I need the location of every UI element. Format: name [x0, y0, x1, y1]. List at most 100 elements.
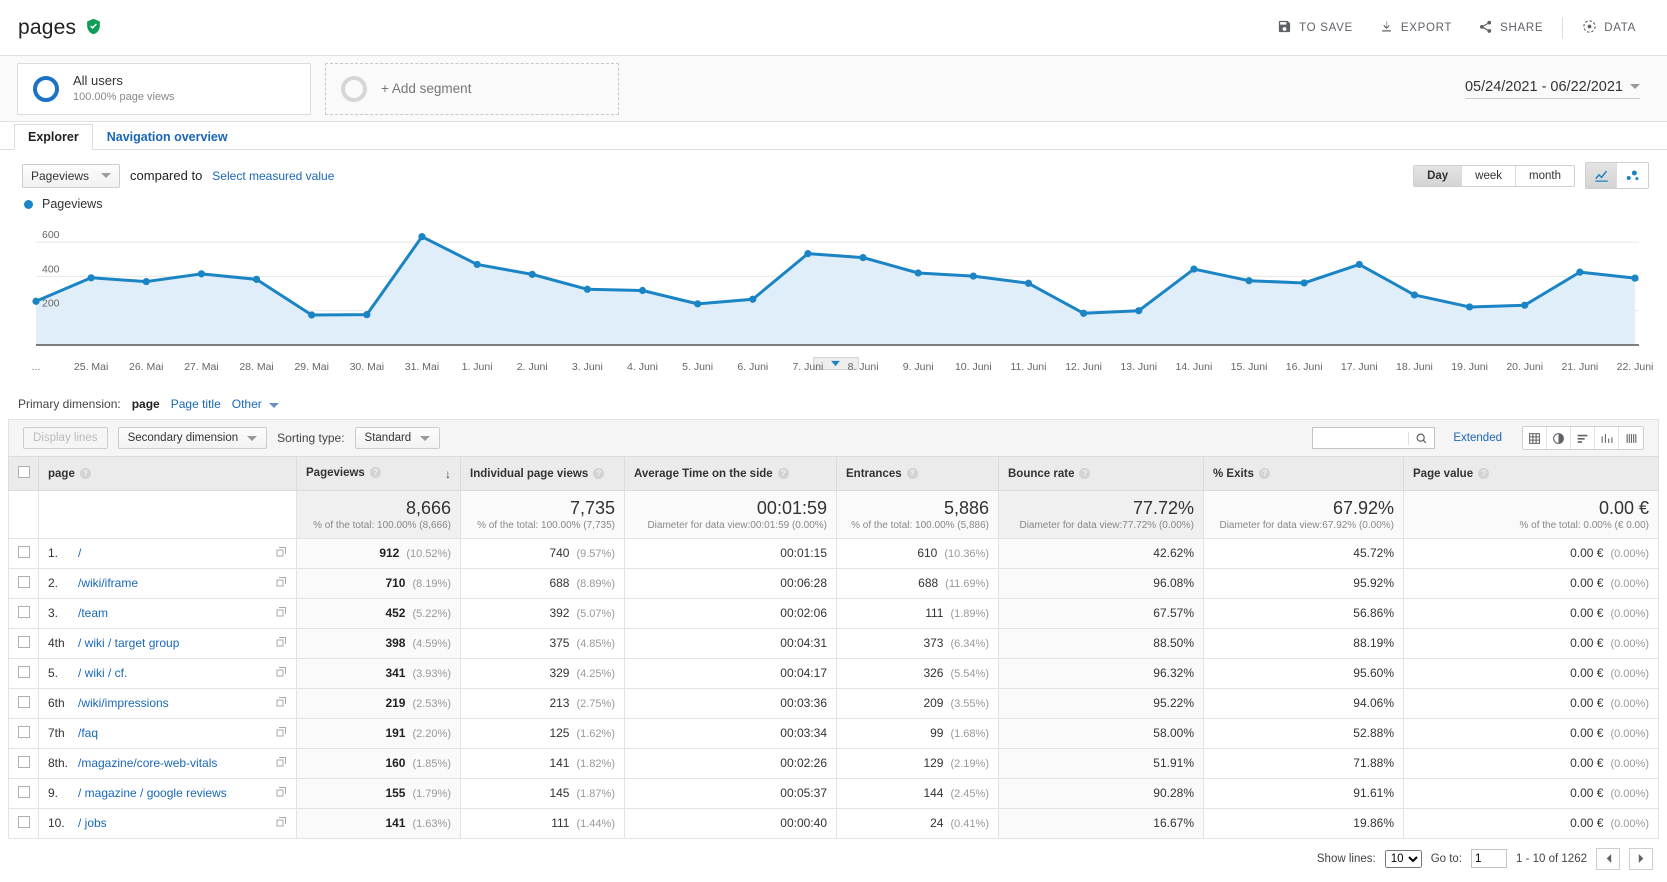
help-icon[interactable]: ? [1478, 467, 1490, 479]
table-row[interactable]: 6th /wiki/impressions 219 (2.53%) 213 (2.7… [8, 687, 1659, 719]
row-checkbox[interactable] [18, 665, 30, 678]
table-row[interactable]: 4th / wiki / target group 398 (4.59%) 375… [8, 627, 1659, 659]
table-row[interactable]: 9. / magazine / google reviews 155 (1.79%… [8, 777, 1659, 809]
row-checkbox[interactable] [18, 785, 30, 798]
row-checkbox[interactable] [18, 545, 30, 558]
open-external-icon[interactable] [275, 546, 287, 561]
row-checkbox[interactable] [18, 605, 30, 618]
open-external-icon[interactable] [275, 696, 287, 711]
select-measured-value-link[interactable]: Select measured value [212, 169, 334, 183]
open-external-icon[interactable] [275, 666, 287, 681]
select-all-checkbox[interactable] [18, 466, 30, 478]
col-page[interactable]: page? [38, 456, 297, 491]
chart-x-axis-labels: ... 25. Mai 26. Mai 27. Mai 28. Mai 29. Mai 30… [22, 361, 1654, 381]
row-page-link[interactable]: /faq [78, 726, 98, 740]
sorting-type-select[interactable]: Standard [354, 427, 441, 449]
search-input[interactable] [1313, 428, 1409, 448]
table-row[interactable]: 5. / wiki / cf. 341 (3.93%) 329 (4.25%) 00… [8, 657, 1659, 689]
open-external-icon[interactable] [275, 816, 287, 831]
goto-label: Go to: [1430, 852, 1463, 865]
secondary-dimension-button[interactable]: Secondary dimension [117, 427, 268, 449]
extended-link[interactable]: Extended [1453, 432, 1502, 444]
row-page-link[interactable]: / [78, 546, 81, 560]
primary-dimension-other[interactable]: Other [232, 397, 280, 411]
legend-label[interactable]: Pageviews [42, 197, 102, 211]
prev-page-button[interactable] [1596, 847, 1620, 870]
help-icon[interactable]: ? [1258, 467, 1270, 479]
search-icon[interactable] [1408, 431, 1434, 445]
data-button[interactable]: DATA [1569, 10, 1649, 46]
row-checkbox[interactable] [18, 695, 30, 708]
granularity-week[interactable]: week [1462, 165, 1517, 186]
col-exits[interactable]: % Exits? [1203, 456, 1404, 491]
open-external-icon[interactable] [275, 576, 287, 591]
row-pageviews: 452 (5.22%) [296, 597, 461, 629]
help-icon[interactable]: ? [777, 467, 789, 479]
table-row[interactable]: 10. / jobs 141 (1.63%) 111 (1.44%) 00:00:4… [8, 807, 1659, 839]
row-checkbox[interactable] [18, 815, 30, 828]
primary-dimension-page[interactable]: page [132, 397, 160, 411]
row-page-link[interactable]: /team [78, 606, 108, 620]
share-button[interactable]: SHARE [1465, 10, 1556, 46]
pie-view-icon[interactable] [1547, 427, 1571, 449]
table-search[interactable] [1312, 427, 1436, 449]
row-checkbox[interactable] [18, 575, 30, 588]
col-individual-page-views[interactable]: Individual page views? [460, 456, 625, 491]
help-icon[interactable]: ? [906, 467, 918, 479]
help-icon[interactable]: ? [369, 466, 381, 478]
table-row[interactable]: 2. /wiki/iframe 710 (8.19%) 688 (8.89%) 00… [8, 567, 1659, 599]
row-page-link[interactable]: / wiki / cf. [78, 666, 127, 680]
summary-exits: 67.92% Diameter for data view:67.92% (0.0… [1203, 490, 1404, 539]
performance-view-icon[interactable] [1595, 427, 1619, 449]
segment-all-users[interactable]: All users 100.00% page views [17, 62, 311, 115]
tab-explorer[interactable]: Explorer [14, 124, 93, 150]
table-row[interactable]: 8th. /magazine/core-web-vitals 160 (1.85%… [8, 747, 1659, 779]
row-page-link[interactable]: / jobs [78, 816, 107, 830]
primary-dimension-page-title[interactable]: Page title [171, 397, 221, 411]
open-external-icon[interactable] [275, 786, 287, 801]
help-icon[interactable]: ? [593, 467, 605, 479]
next-page-button[interactable] [1629, 847, 1653, 870]
table-view-icon[interactable] [1523, 427, 1547, 449]
table-row[interactable]: 7th /faq 191 (2.20%) 125 (1.62%) 00:03:34 … [8, 717, 1659, 749]
open-external-icon[interactable] [275, 606, 287, 621]
col-page-value[interactable]: Page value? [1403, 456, 1659, 491]
granularity-day[interactable]: Day [1414, 165, 1463, 186]
row-page-link[interactable]: /magazine/core-web-vitals [78, 756, 217, 770]
tab-navigation-overview[interactable]: Navigation overview [93, 124, 242, 150]
row-checkbox[interactable] [18, 755, 30, 768]
add-segment-button[interactable]: + Add segment [325, 62, 619, 115]
add-segment-ring-icon [341, 75, 367, 102]
row-bounce-rate: 67.57% [998, 597, 1204, 629]
row-checkbox[interactable] [18, 635, 30, 648]
row-page-link[interactable]: /wiki/impressions [78, 696, 169, 710]
row-page-link[interactable]: /wiki/iframe [78, 576, 138, 590]
line-chart-icon[interactable] [1586, 163, 1617, 188]
help-icon[interactable]: ? [1079, 467, 1091, 479]
motion-chart-icon[interactable] [1617, 163, 1648, 188]
open-external-icon[interactable] [275, 726, 287, 741]
row-checkbox[interactable] [18, 725, 30, 738]
table-row[interactable]: 3. /team 452 (5.22%) 392 (5.07%) 00:02:06 … [8, 597, 1659, 629]
goto-input[interactable] [1471, 849, 1508, 869]
date-range-picker[interactable]: 05/24/2021 - 06/22/2021 [1464, 79, 1640, 99]
col-average-time[interactable]: Average Time on the side? [624, 456, 837, 491]
pageviews-chart[interactable]: 200 400 600 [22, 213, 1649, 370]
metric-select[interactable]: Pageviews [22, 163, 121, 188]
row-page-link[interactable]: / magazine / google reviews [78, 786, 227, 800]
pivot-view-icon[interactable] [1619, 427, 1643, 449]
open-external-icon[interactable] [275, 636, 287, 651]
to-save-button[interactable]: TO SAVE [1264, 10, 1366, 46]
export-button[interactable]: EXPORT [1366, 10, 1465, 46]
col-bounce-rate[interactable]: Bounce rate? [998, 456, 1204, 491]
row-page-cell: 9. / magazine / google reviews [38, 777, 297, 809]
open-external-icon[interactable] [275, 756, 287, 771]
help-icon[interactable]: ? [79, 467, 91, 479]
col-pageviews[interactable]: Pageviews? ↓ [296, 456, 461, 491]
show-lines-select[interactable]: 10 [1384, 849, 1422, 868]
col-entrances[interactable]: Entrances? [836, 456, 999, 491]
table-row[interactable]: 1. / 912 (10.52%) 740 (9.57%) 00:01:15 610… [8, 537, 1659, 569]
row-page-link[interactable]: / wiki / target group [78, 636, 179, 650]
bar-view-icon[interactable] [1571, 427, 1595, 449]
granularity-month[interactable]: month [1516, 165, 1574, 186]
